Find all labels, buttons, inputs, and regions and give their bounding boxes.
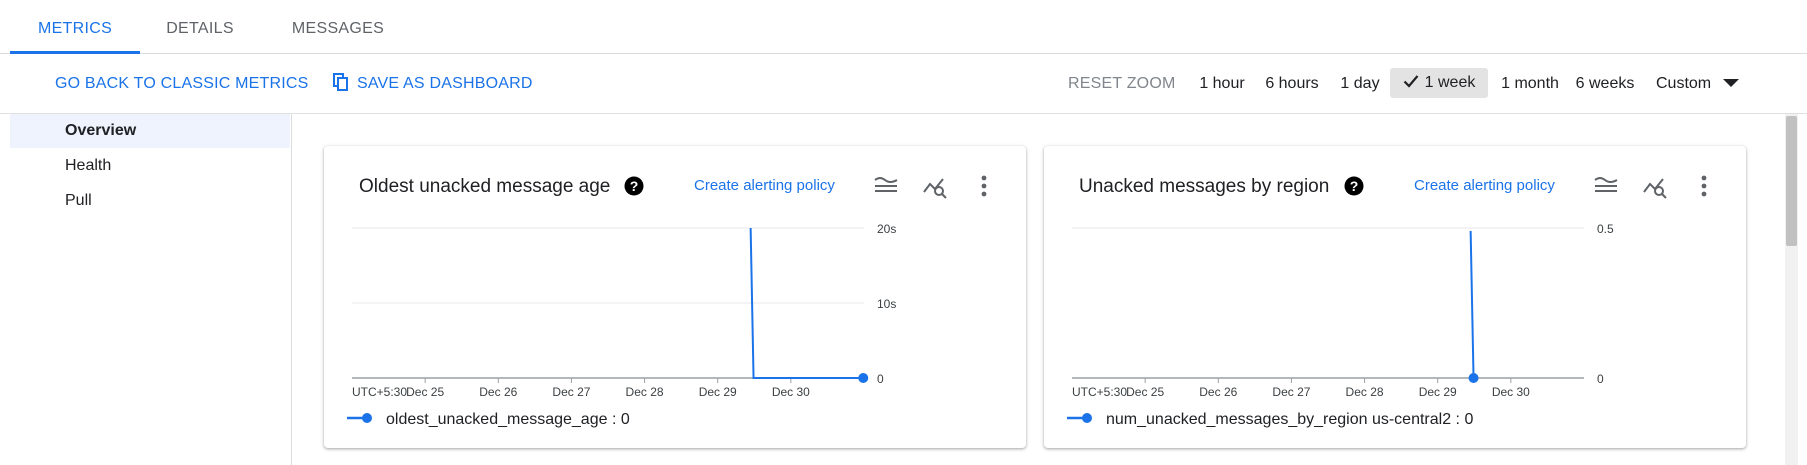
line-chart[interactable]: 0 0.5 UTC+5:30 Dec 25 Dec 26 Dec 27 Dec 28 Dec … [1044, 146, 1746, 406]
legend-label: num_unacked_messages_by_region us-centra… [1106, 411, 1474, 428]
scrollbar-thumb[interactable] [1786, 116, 1797, 246]
range-1-hour[interactable]: 1 hour [1190, 54, 1254, 113]
chart-legend: num_unacked_messages_by_region us-centra… [1066, 411, 1473, 429]
x-tick-label: Dec 26 [479, 385, 517, 399]
x-tick-label: Dec 27 [1272, 385, 1310, 399]
x-tick-label: UTC+5:30 [1072, 385, 1127, 399]
range-1-week[interactable]: 1 week [1390, 68, 1488, 98]
legend-series-marker [347, 412, 372, 423]
tab-metrics[interactable]: METRICS [10, 0, 140, 54]
series-end-point [858, 373, 869, 383]
x-tick-label: Dec 30 [1492, 385, 1530, 399]
scrollbar[interactable] [1785, 114, 1798, 465]
sidebar-item-overview[interactable]: Overview [10, 114, 290, 148]
custom-range-dropdown[interactable]: Custom [1656, 54, 1748, 113]
range-1-day[interactable]: 1 day [1332, 54, 1388, 113]
legend-series-marker [1067, 412, 1092, 423]
chevron-down-icon [1723, 78, 1740, 87]
sidebar-item-label: Overview [65, 122, 137, 139]
tab-details[interactable]: DETAILS [150, 0, 250, 53]
range-6-weeks[interactable]: 6 weeks [1573, 54, 1637, 113]
back-to-classic-metrics-button[interactable]: GO BACK TO CLASSIC METRICS [55, 54, 309, 113]
x-tick-label: Dec 29 [1419, 385, 1457, 399]
x-tick-label: Dec 27 [552, 385, 590, 399]
line-chart[interactable]: 0 10s 20s UTC+5:30 Dec 25 Dec 26 Dec 27 Dec 28 D… [324, 146, 1026, 406]
x-tick-label: UTC+5:30 [352, 385, 407, 399]
y-tick-label: 0 [877, 372, 884, 386]
tab-messages[interactable]: MESSAGES [283, 0, 393, 53]
custom-range-label: Custom [1656, 75, 1712, 92]
save-as-dashboard-label: SAVE AS DASHBOARD [357, 75, 533, 92]
y-tick-label: 20s [877, 222, 896, 236]
tab-bar: METRICS DETAILS MESSAGES [0, 0, 1807, 54]
sidebar-item-label: Pull [65, 192, 92, 209]
legend-label: oldest_unacked_message_age : 0 [386, 411, 630, 428]
range-1-week-label: 1 week [1424, 74, 1476, 91]
x-tick-label: Dec 30 [772, 385, 810, 399]
chart-legend: oldest_unacked_message_age : 0 [346, 411, 630, 429]
reset-zoom-button[interactable]: RESET ZOOM [1068, 54, 1176, 113]
range-6-hours[interactable]: 6 hours [1258, 54, 1326, 113]
metrics-sidebar: Overview Health Pull [0, 114, 292, 465]
x-tick-label: Dec 25 [1126, 385, 1164, 399]
x-tick-label: Dec 28 [1346, 385, 1384, 399]
chart-card-unacked-by-region: Unacked messages by region ? Create aler… [1044, 146, 1746, 448]
x-tick-label: Dec 25 [406, 385, 444, 399]
y-tick-label: 0.5 [1597, 222, 1614, 236]
x-tick-label: Dec 28 [626, 385, 664, 399]
series-end-point [1468, 373, 1479, 383]
sidebar-item-pull[interactable]: Pull [10, 184, 290, 218]
x-tick-label: Dec 26 [1199, 385, 1237, 399]
series-line [1469, 230, 1475, 379]
sidebar-item-label: Health [65, 157, 112, 174]
metrics-toolbar: GO BACK TO CLASSIC METRICS SAVE AS DASHB… [0, 54, 1807, 114]
y-tick-label: 0 [1597, 372, 1604, 386]
sidebar-item-health[interactable]: Health [10, 149, 290, 183]
copy-icon [333, 72, 348, 91]
chart-card-oldest-unacked: Oldest unacked message age ? Create aler… [324, 146, 1026, 448]
y-tick-label: 10s [877, 297, 896, 311]
range-1-month[interactable]: 1 month [1494, 54, 1566, 113]
x-tick-label: Dec 29 [699, 385, 737, 399]
save-as-dashboard-button[interactable]: SAVE AS DASHBOARD [333, 54, 533, 113]
check-icon [1403, 75, 1418, 88]
